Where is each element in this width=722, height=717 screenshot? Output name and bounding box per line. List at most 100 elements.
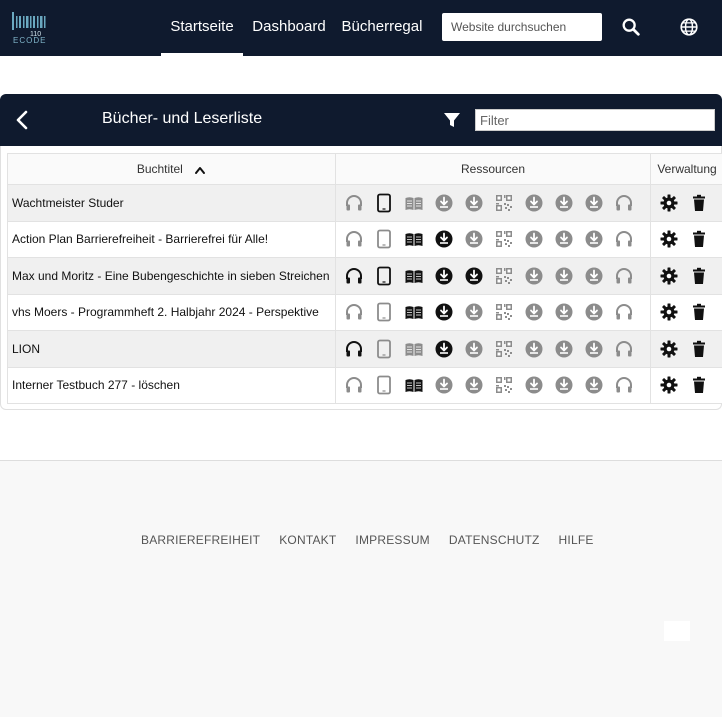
headphones-icon[interactable]: [614, 266, 634, 286]
book-icon[interactable]: [404, 266, 424, 286]
trash-icon[interactable]: [689, 375, 709, 395]
book-icon[interactable]: [404, 193, 424, 213]
resources-cell: [335, 220, 651, 258]
book-icon[interactable]: [404, 339, 424, 359]
download-icon[interactable]: [584, 375, 604, 395]
tablet-icon[interactable]: [374, 193, 394, 213]
download-icon[interactable]: [524, 229, 544, 249]
download-icon[interactable]: [464, 266, 484, 286]
qr-code-icon[interactable]: [494, 266, 514, 286]
tablet-icon[interactable]: [374, 339, 394, 359]
download-icon[interactable]: [524, 375, 544, 395]
download-icon[interactable]: [434, 266, 454, 286]
qr-code-icon[interactable]: [494, 229, 514, 249]
headphones-icon[interactable]: [344, 266, 364, 286]
filter-icon: [444, 113, 460, 127]
qr-code-icon[interactable]: [494, 339, 514, 359]
download-icon[interactable]: [464, 375, 484, 395]
download-icon[interactable]: [554, 375, 574, 395]
headphones-icon[interactable]: [344, 302, 364, 322]
gear-icon[interactable]: [659, 266, 679, 286]
download-icon[interactable]: [524, 339, 544, 359]
column-header-title[interactable]: Buchtitel: [7, 153, 336, 185]
footer-widget: [664, 621, 690, 641]
site-search-input[interactable]: [442, 13, 602, 41]
download-icon[interactable]: [464, 229, 484, 249]
download-icon[interactable]: [584, 193, 604, 213]
footer-link-datenschutz[interactable]: DATENSCHUTZ: [449, 533, 540, 547]
download-icon[interactable]: [584, 302, 604, 322]
download-icon[interactable]: [554, 266, 574, 286]
trash-icon[interactable]: [689, 302, 709, 322]
download-icon[interactable]: [554, 302, 574, 322]
gear-icon[interactable]: [659, 339, 679, 359]
back-arrow-icon[interactable]: [12, 109, 32, 131]
qr-code-icon[interactable]: [494, 375, 514, 395]
nav-startseite[interactable]: Startseite: [161, 0, 243, 56]
book-icon[interactable]: [404, 302, 424, 322]
book-icon[interactable]: [404, 375, 424, 395]
headphones-icon[interactable]: [614, 375, 634, 395]
booklist-table-container: Buchtitel Ressourcen Verwaltung Wachtmei…: [0, 146, 722, 410]
tablet-icon[interactable]: [374, 302, 394, 322]
download-icon[interactable]: [554, 339, 574, 359]
headphones-icon[interactable]: [614, 339, 634, 359]
headphones-icon[interactable]: [344, 375, 364, 395]
headphones-icon[interactable]: [614, 302, 634, 322]
footer-link-impressum[interactable]: IMPRESSUM: [355, 533, 429, 547]
download-icon[interactable]: [584, 229, 604, 249]
download-icon[interactable]: [434, 229, 454, 249]
qr-code-icon[interactable]: [494, 193, 514, 213]
trash-icon[interactable]: [689, 229, 709, 249]
trash-icon[interactable]: [689, 193, 709, 213]
headphones-icon[interactable]: [344, 229, 364, 249]
download-icon[interactable]: [464, 339, 484, 359]
headphones-icon[interactable]: [614, 229, 634, 249]
download-icon[interactable]: [434, 375, 454, 395]
download-icon[interactable]: [464, 302, 484, 322]
book-title: LION: [7, 330, 336, 368]
table-row: LION: [7, 330, 722, 368]
footer: BARRIEREFREIHEIT KONTAKT IMPRESSUM DATEN…: [0, 460, 722, 717]
tablet-icon[interactable]: [374, 266, 394, 286]
tablet-icon[interactable]: [374, 229, 394, 249]
nav-buecherregal[interactable]: Bücherregal: [338, 0, 426, 56]
trash-icon[interactable]: [689, 266, 709, 286]
download-icon[interactable]: [584, 266, 604, 286]
download-icon[interactable]: [434, 193, 454, 213]
filter-input[interactable]: [475, 109, 715, 131]
headphones-icon[interactable]: [344, 339, 364, 359]
footer-link-barrierefreiheit[interactable]: BARRIEREFREIHEIT: [141, 533, 260, 547]
download-icon[interactable]: [524, 266, 544, 286]
download-icon[interactable]: [434, 339, 454, 359]
footer-link-hilfe[interactable]: HILFE: [559, 533, 594, 547]
qr-code-icon[interactable]: [494, 302, 514, 322]
headphones-icon[interactable]: [614, 193, 634, 213]
footer-links: BARRIEREFREIHEIT KONTAKT IMPRESSUM DATEN…: [141, 533, 594, 547]
gear-icon[interactable]: [659, 229, 679, 249]
footer-link-kontakt[interactable]: KONTAKT: [279, 533, 336, 547]
download-icon[interactable]: [464, 193, 484, 213]
download-icon[interactable]: [434, 302, 454, 322]
gear-icon[interactable]: [659, 302, 679, 322]
download-icon[interactable]: [554, 193, 574, 213]
admin-cell: [650, 366, 722, 404]
globe-icon[interactable]: [678, 16, 700, 38]
download-icon[interactable]: [554, 229, 574, 249]
trash-icon[interactable]: [689, 339, 709, 359]
book-icon[interactable]: [404, 229, 424, 249]
download-icon[interactable]: [524, 193, 544, 213]
headphones-icon[interactable]: [344, 193, 364, 213]
download-icon[interactable]: [584, 339, 604, 359]
resources-cell: [335, 184, 651, 222]
sort-ascending-icon[interactable]: [194, 165, 206, 175]
column-header-admin: Verwaltung: [650, 153, 722, 185]
admin-cell: [650, 293, 722, 331]
download-icon[interactable]: [524, 302, 544, 322]
nav-dashboard[interactable]: Dashboard: [250, 0, 328, 56]
admin-cell: [650, 184, 722, 222]
search-icon[interactable]: [620, 16, 642, 38]
tablet-icon[interactable]: [374, 375, 394, 395]
gear-icon[interactable]: [659, 193, 679, 213]
gear-icon[interactable]: [659, 375, 679, 395]
